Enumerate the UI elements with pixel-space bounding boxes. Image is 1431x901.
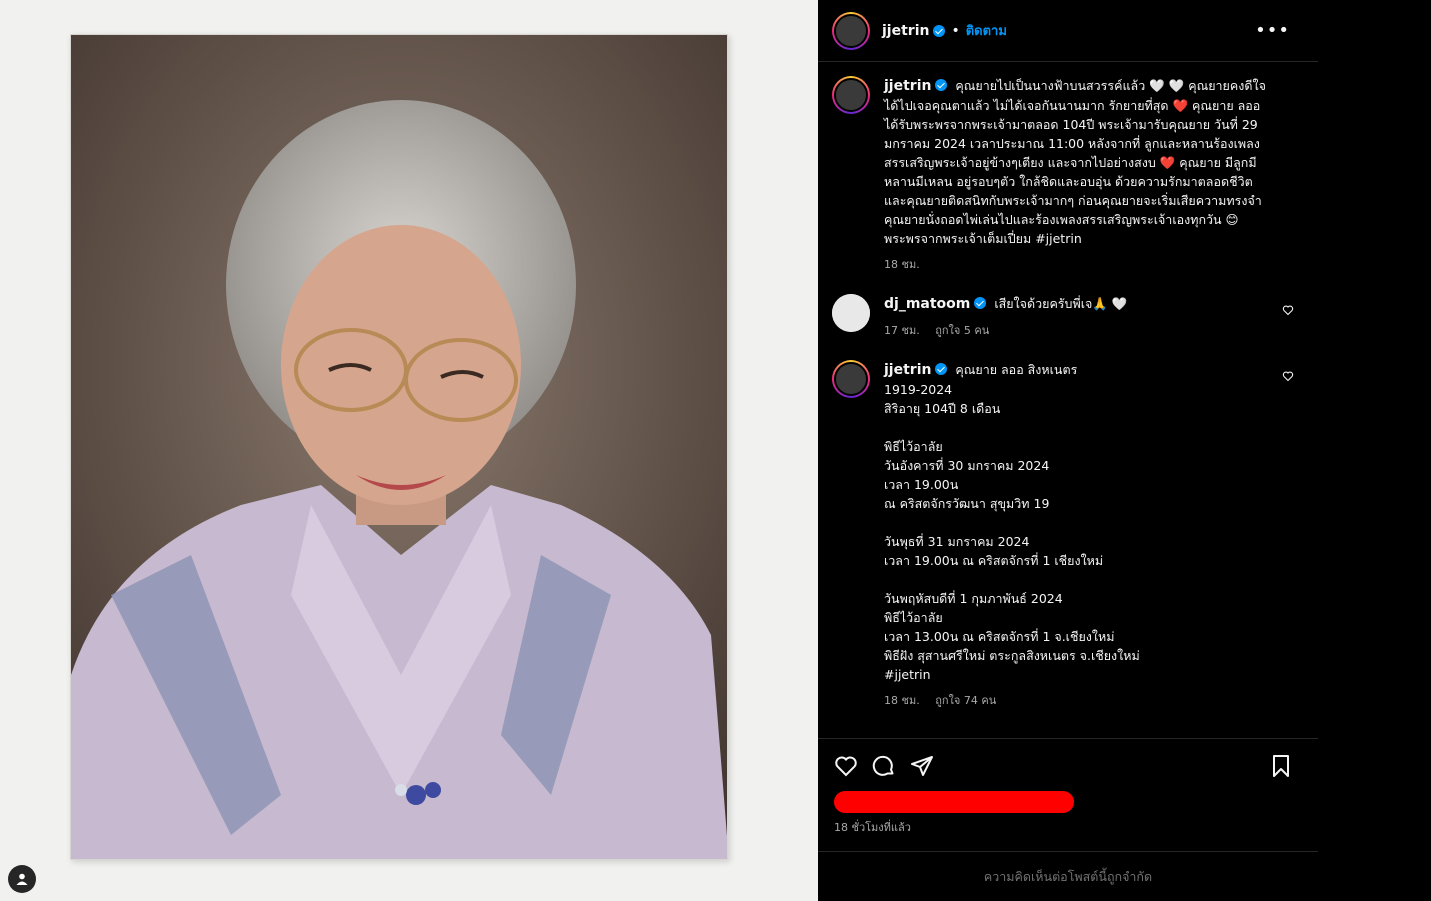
bookmark-icon[interactable] <box>1270 754 1292 778</box>
comment-username[interactable]: dj_matoom <box>884 296 970 312</box>
comment-time[interactable]: 18 ชม. <box>884 694 920 707</box>
heart-icon[interactable] <box>834 754 858 778</box>
comment-text: เสียใจด้วยครับพี่เจ🙏 🤍 <box>994 296 1128 311</box>
post-author-username[interactable]: jjetrin <box>882 23 929 39</box>
avatar[interactable] <box>832 294 870 332</box>
post-photo <box>70 34 728 860</box>
comment-icon[interactable] <box>872 754 896 778</box>
share-icon[interactable] <box>910 754 934 778</box>
verified-badge-icon <box>933 24 946 37</box>
heart-icon[interactable] <box>1282 370 1294 382</box>
avatar[interactable] <box>832 11 870 50</box>
caption: jjetrin คุณยายไปเป็นนางฟ้าบนสวรรค์แล้ว 🤍… <box>832 76 1304 274</box>
more-icon[interactable]: ••• <box>1255 20 1290 41</box>
post-actions: 18 ชั่วโมงที่แล้ว <box>818 738 1318 836</box>
post-sidebar: jjetrin • ติดตาม ••• jjetrin คุณยายไปเป็… <box>818 0 1318 901</box>
post-header: jjetrin • ติดตาม ••• <box>818 0 1318 62</box>
redacted-likes-bar <box>834 791 1074 813</box>
avatar[interactable] <box>832 360 870 398</box>
post-media[interactable] <box>0 0 818 901</box>
caption-time[interactable]: 18 ชม. <box>884 258 920 271</box>
heart-icon[interactable] <box>1282 304 1294 316</box>
comments-list[interactable]: jjetrin คุณยายไปเป็นนางฟ้าบนสวรรค์แล้ว 🤍… <box>818 62 1318 738</box>
comment-text: คุณยาย ลออ สิงหเนตร 1919-2024 สิริอายุ 1… <box>884 362 1140 682</box>
list-item: jjetrin คุณยาย ลออ สิงหเนตร 1919-2024 สิ… <box>832 360 1304 710</box>
caption-text: คุณยายไปเป็นนางฟ้าบนสวรรค์แล้ว 🤍 🤍 คุณยา… <box>884 78 1266 246</box>
follow-button[interactable]: ติดตาม <box>966 20 1007 41</box>
comment-username[interactable]: jjetrin <box>884 362 931 378</box>
comment-likes[interactable]: ถูกใจ 5 คน <box>935 324 989 337</box>
separator-dot: • <box>951 22 960 39</box>
comments-restricted-notice: ความคิดเห็นต่อโพสต์นี้ถูกจำกัด <box>818 851 1318 901</box>
avatar[interactable] <box>832 76 870 114</box>
verified-badge-icon <box>935 79 948 91</box>
user-tag-icon <box>16 873 28 885</box>
list-item: dj_matoom เสียใจด้วยครับพี่เจ🙏 🤍 17 ชม. … <box>832 294 1304 340</box>
comment-time[interactable]: 17 ชม. <box>884 324 920 337</box>
comment-likes[interactable]: ถูกใจ 74 คน <box>935 694 996 707</box>
caption-username[interactable]: jjetrin <box>884 78 931 94</box>
user-tag-button[interactable] <box>8 865 36 893</box>
verified-badge-icon <box>974 297 987 309</box>
post-timestamp[interactable]: 18 ชั่วโมงที่แล้ว <box>834 818 1302 836</box>
verified-badge-icon <box>935 363 948 375</box>
